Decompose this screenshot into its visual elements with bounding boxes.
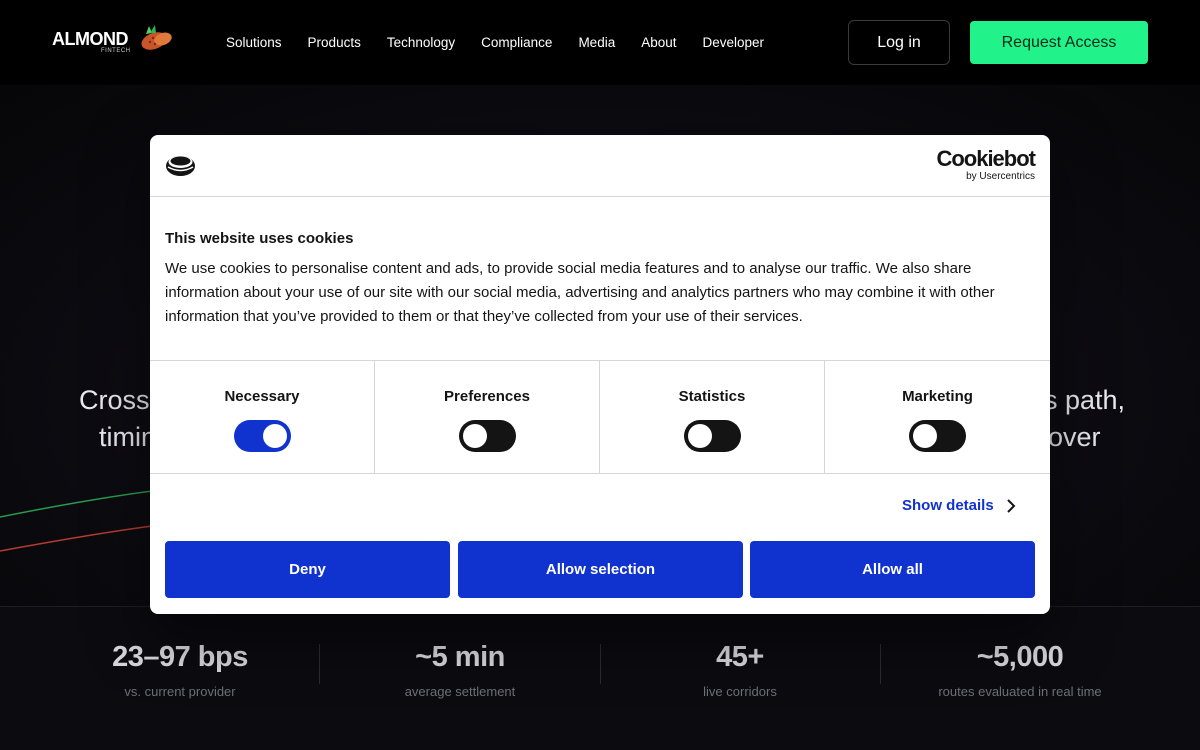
stat-divider [880,644,881,684]
cookiebot-subtext: by Usercentrics [966,171,1035,182]
toggle-knob [913,424,937,448]
stat-divider [319,644,320,684]
cookie-dialog-title: This website uses cookies [165,230,354,247]
chevron-right-icon [1006,498,1016,513]
stat-routes: ~5,000 routes evaluated in real time [890,641,1150,699]
stat-value: 23–97 bps [112,641,248,673]
allow-selection-button[interactable]: Allow selection [458,541,743,598]
cookie-categories: Necessary Preferences Statistics Marketi… [150,360,1050,474]
nav-products[interactable]: Products [308,35,361,50]
toggle-knob [688,424,712,448]
site-header: ALMOND FINTECH Solutions Products Techno… [0,0,1200,85]
stat-label: routes evaluated in real time [938,684,1102,699]
main-nav: Solutions Products Technology Compliance… [226,35,790,50]
nav-compliance[interactable]: Compliance [481,35,552,50]
cookiebot-wordmark: Cookiebot [936,146,1036,171]
show-details-link[interactable]: Show details [902,497,1016,514]
stat-corridors: 45+ live corridors [610,641,870,699]
category-preferences: Preferences [375,361,600,473]
stat-value: ~5 min [415,641,505,673]
statistics-toggle[interactable] [684,420,741,452]
toggle-knob [263,424,287,448]
deny-button[interactable]: Deny [165,541,450,598]
stat-divider [600,644,601,684]
nav-media[interactable]: Media [578,35,615,50]
allow-all-button[interactable]: Allow all [750,541,1035,598]
show-details-label: Show details [902,497,994,514]
category-label: Statistics [678,388,746,405]
category-statistics: Statistics [600,361,825,473]
hero-line2-left: timin [99,422,157,452]
stat-settlement: ~5 min average settlement [330,641,590,699]
category-label: Necessary [224,388,300,405]
cookie-consent-dialog: Cookiebot by Usercentrics This website u… [150,135,1050,614]
login-button[interactable]: Log in [848,20,950,65]
marketing-toggle[interactable] [909,420,966,452]
stat-value: 45+ [716,641,764,673]
category-marketing: Marketing [825,361,1050,473]
stats-bar: 23–97 bps vs. current provider ~5 min av… [0,606,1200,750]
almond-logo[interactable]: ALMOND FINTECH [52,24,176,58]
category-necessary: Necessary [150,361,375,473]
cookiebot-brand[interactable]: Cookiebot by Usercentrics [936,146,1036,183]
logo-text: ALMOND [52,29,129,49]
preferences-toggle[interactable] [459,420,516,452]
hero-line1-right: s path, [1044,385,1126,415]
stat-value: ~5,000 [976,641,1064,673]
stat-label: average settlement [404,684,516,699]
nav-solutions[interactable]: Solutions [226,35,282,50]
stat-label: live corridors [703,684,777,699]
category-label: Marketing [902,388,973,405]
stat-label: vs. current provider [124,684,236,699]
almond-icon [141,25,172,50]
cookie-dialog-body: We use cookies to personalise content an… [165,260,995,325]
nav-technology[interactable]: Technology [387,35,455,50]
request-access-button[interactable]: Request Access [970,21,1148,64]
cookie-logo-icon [166,156,195,176]
logo-subtext: FINTECH [101,48,131,54]
nav-developer[interactable]: Developer [703,35,765,50]
stat-bps: 23–97 bps vs. current provider [50,641,310,699]
category-label: Preferences [444,388,530,405]
hero-line1-left: Cross [79,385,150,415]
necessary-toggle[interactable] [234,420,291,452]
toggle-knob [463,424,487,448]
nav-about[interactable]: About [641,35,676,50]
hero-line2-right: over [1048,422,1101,452]
cookie-dialog-header: Cookiebot by Usercentrics [150,135,1050,197]
